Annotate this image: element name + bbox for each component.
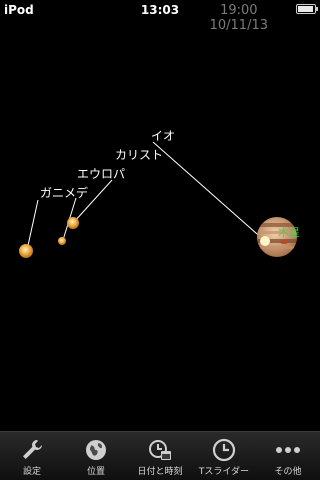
europa-moon [67, 217, 79, 229]
jupiter-label: 木星 [278, 226, 300, 239]
io-label: イオ [151, 129, 176, 143]
globe-icon [86, 440, 106, 460]
more-icon [276, 447, 300, 453]
simulation-time: 19:00 [220, 3, 258, 18]
tab-time-slider-label: Tスライダー [198, 467, 250, 477]
clock-time: 13:03 [140, 3, 180, 17]
sky-view[interactable]: イオ カリスト エウロパ ガニメデ 木星 [0, 20, 320, 432]
callisto-label: カリスト [115, 148, 164, 162]
ganymede-moon [58, 237, 66, 245]
tab-more[interactable]: その他 [256, 432, 320, 480]
ganymede-leader-line-2 [26, 199, 39, 251]
tab-date-time-label: 日付と時刻 [137, 467, 183, 477]
clock-calendar-icon [149, 440, 171, 460]
callisto-moon [19, 244, 33, 258]
europa-label: エウロパ [77, 167, 126, 181]
status-bar: iPod 13:03 [0, 0, 320, 20]
battery-icon [296, 4, 318, 14]
tab-more-label: その他 [274, 467, 302, 477]
tab-settings[interactable]: 設定 [0, 432, 64, 480]
wrench-icon [23, 440, 42, 459]
clock-icon [212, 438, 236, 462]
ganymede-label: ガニメデ [40, 186, 89, 200]
tab-date-time[interactable]: 日付と時刻 [128, 432, 192, 480]
tab-settings-label: 設定 [22, 467, 41, 477]
io-moon [260, 236, 270, 246]
tab-time-slider[interactable]: Tスライダー [192, 432, 256, 480]
tab-location-label: 位置 [86, 467, 105, 477]
tab-location[interactable]: 位置 [64, 432, 128, 480]
io-leader-line [152, 141, 266, 242]
tab-bar: 設定 位置 日付と時刻 Tスライダー その他 [0, 431, 320, 480]
moon-map [19, 141, 297, 258]
